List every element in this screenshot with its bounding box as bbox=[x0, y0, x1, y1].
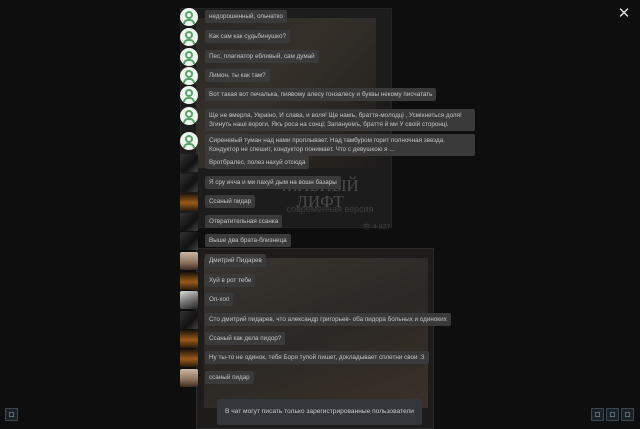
user-avatar[interactable] bbox=[180, 8, 198, 26]
user-avatar[interactable] bbox=[180, 232, 198, 250]
message-text: недорошенный, ольчатко bbox=[205, 10, 287, 23]
message-text: Вот такая вот печалька, пиявому алесу го… bbox=[205, 88, 437, 101]
message-text: Пес, плагиатор ебливый, сам думай bbox=[205, 50, 319, 63]
message-text: Лимон, ты как там? bbox=[205, 69, 270, 82]
toolbar-icon-3[interactable] bbox=[621, 408, 634, 421]
login-icon[interactable] bbox=[5, 408, 18, 421]
message-text: Ну ты-то не одинок, тебя Боря тупой пише… bbox=[205, 351, 429, 364]
user-avatar[interactable] bbox=[180, 349, 198, 367]
close-icon[interactable]: ✕ bbox=[616, 6, 632, 22]
message-text: Сиреневый туман над нами проплывает. Над… bbox=[205, 134, 475, 156]
message-text: Выше два брата-близнеца bbox=[205, 234, 291, 247]
message-text: Ссаный пидар bbox=[205, 195, 256, 208]
user-avatar[interactable] bbox=[180, 132, 198, 150]
user-avatar[interactable] bbox=[180, 154, 198, 172]
user-avatar[interactable] bbox=[180, 28, 198, 46]
registration-notice: В чат могут писать только зарегистрирова… bbox=[217, 399, 422, 425]
message-text: Отвратительная ссанка bbox=[205, 215, 283, 228]
message-text: Сто дмитрий пидарев, что александр григо… bbox=[205, 313, 451, 326]
user-avatar[interactable] bbox=[180, 67, 198, 85]
user-avatar[interactable] bbox=[180, 272, 198, 290]
user-avatar[interactable] bbox=[180, 48, 198, 66]
user-avatar[interactable] bbox=[180, 291, 198, 309]
message-text: Дмитрий Пидарев bbox=[205, 254, 266, 267]
user-avatar[interactable] bbox=[180, 330, 198, 348]
message-text: Вротбралес, полез нахуй отсюда bbox=[205, 156, 310, 169]
toolbar-icon-1[interactable] bbox=[591, 408, 604, 421]
message-text: Ссаный как дела пидор? bbox=[205, 332, 286, 345]
user-avatar[interactable] bbox=[180, 174, 198, 192]
message-text: Я сру ичча и ми пахуй дым на вошн базары bbox=[205, 176, 341, 189]
message-text: Как сам как судьбинушко? bbox=[205, 30, 290, 43]
user-avatar[interactable] bbox=[180, 369, 198, 387]
toolbar-icon-2[interactable] bbox=[606, 408, 619, 421]
message-text: Ще не вмерла, Украіно, И слава, и воля! … bbox=[205, 109, 475, 131]
user-avatar[interactable] bbox=[180, 213, 198, 231]
message-text: ссаный пидар bbox=[205, 371, 254, 384]
user-avatar[interactable] bbox=[180, 193, 198, 211]
chat-panel: недорошенный, ольчатко Как сам как судьб… bbox=[0, 0, 640, 427]
user-avatar[interactable] bbox=[180, 86, 198, 104]
user-avatar[interactable] bbox=[180, 311, 198, 329]
message-text: Оп-хоп bbox=[205, 293, 234, 306]
message-text: Хуй в рот тебе bbox=[205, 274, 256, 287]
user-avatar[interactable] bbox=[180, 252, 198, 270]
user-avatar[interactable] bbox=[180, 107, 198, 125]
